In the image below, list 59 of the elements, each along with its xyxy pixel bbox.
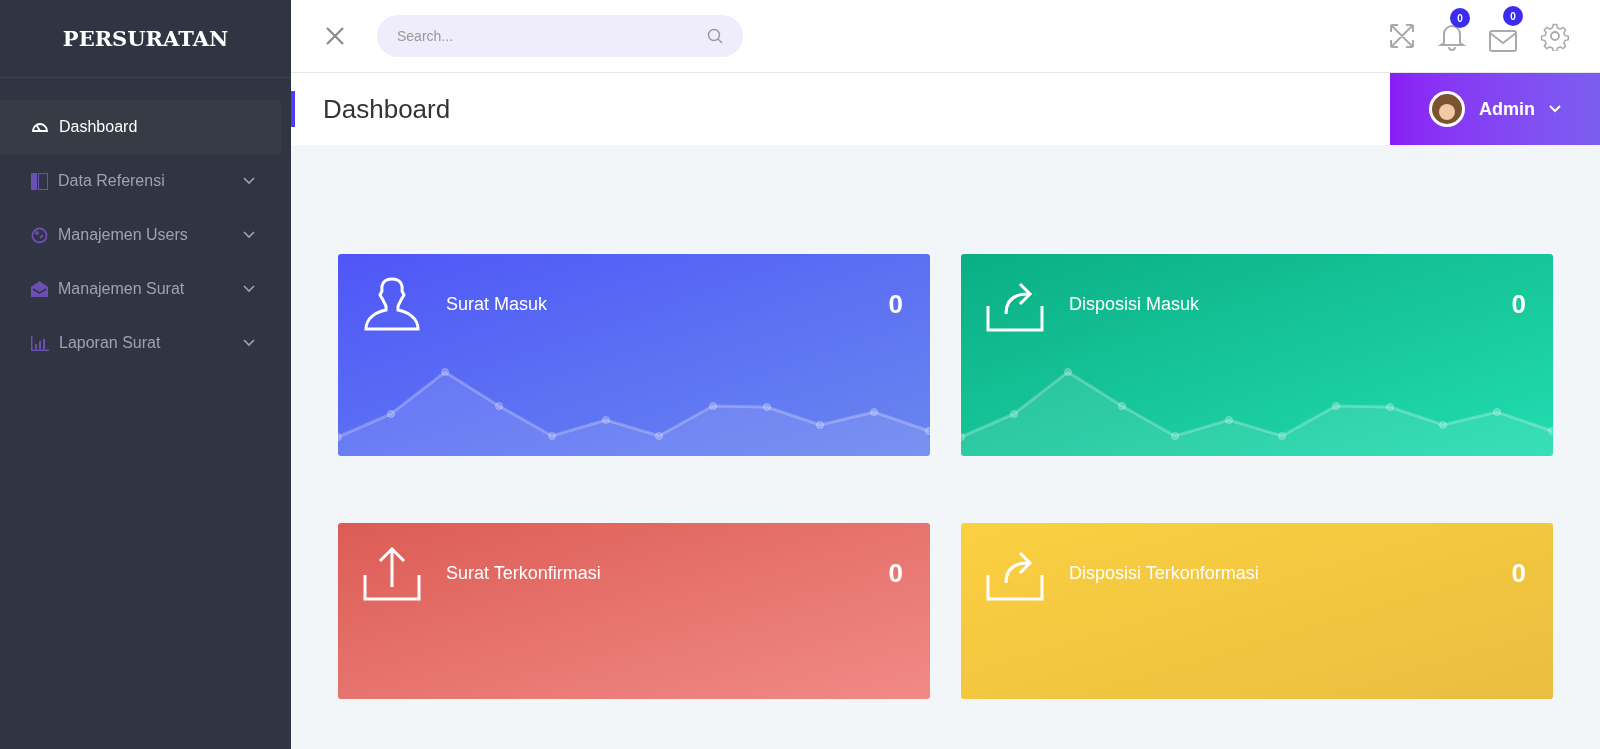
sidebar-item[interactable]: Laporan Surat bbox=[0, 316, 281, 370]
chevron-down-icon bbox=[243, 177, 255, 185]
user-icon bbox=[363, 276, 421, 332]
sparkline-point bbox=[1225, 416, 1233, 424]
sidebar-item[interactable]: Data Referensi bbox=[0, 154, 281, 208]
card-label: Disposisi Terkonformasi bbox=[1069, 561, 1259, 585]
page-title: Dashboard bbox=[323, 92, 451, 126]
chevron-down-icon bbox=[243, 231, 255, 239]
sidebar-item[interactable]: Manajemen Users bbox=[0, 208, 281, 262]
card-count: 0 bbox=[1511, 287, 1526, 321]
notification-count-badge: 0 bbox=[1450, 8, 1470, 28]
sparkline-point bbox=[387, 410, 395, 418]
card-label: Surat Masuk bbox=[446, 292, 548, 316]
sparkline-point bbox=[1278, 432, 1286, 440]
settings-button[interactable] bbox=[1540, 21, 1570, 51]
sparkline-point bbox=[1439, 421, 1447, 429]
sparkline-point bbox=[816, 421, 824, 429]
sparkline-point bbox=[763, 403, 771, 411]
envelope-icon bbox=[31, 281, 48, 297]
search-field[interactable]: Search... bbox=[377, 15, 743, 57]
chevron-down-icon bbox=[243, 339, 255, 347]
brand-logo-text: PERSURATAN bbox=[62, 24, 229, 53]
sparkline-point bbox=[870, 408, 878, 416]
fullscreen-button[interactable] bbox=[1388, 22, 1416, 50]
sparkline-point bbox=[441, 368, 449, 376]
user-menu-button[interactable]: Admin bbox=[1390, 73, 1600, 145]
sparkline-point bbox=[709, 402, 717, 410]
upload-icon bbox=[363, 545, 421, 601]
sparkline-point bbox=[602, 416, 610, 424]
sparkline-point bbox=[1010, 410, 1018, 418]
card-count: 0 bbox=[888, 287, 903, 321]
sparkline-point bbox=[1493, 408, 1501, 416]
chevron-down-icon bbox=[1549, 105, 1561, 113]
sparkline-point bbox=[338, 433, 342, 441]
sparkline-point bbox=[961, 433, 965, 441]
card-label: Disposisi Masuk bbox=[1069, 292, 1200, 316]
sidebar-item[interactable]: Dashboard bbox=[0, 100, 281, 154]
message-count-badge: 0 bbox=[1503, 6, 1523, 26]
sparkline-point bbox=[655, 432, 663, 440]
sparkline-point bbox=[1064, 368, 1072, 376]
card-count: 0 bbox=[888, 556, 903, 590]
sparkline-point bbox=[495, 402, 503, 410]
sparkline-point bbox=[1171, 432, 1179, 440]
sparkline-point bbox=[1386, 403, 1394, 411]
sidebar-item[interactable]: Manajemen Surat bbox=[0, 262, 281, 316]
sparkline-point bbox=[1332, 402, 1340, 410]
card-label: Surat Terkonfirmasi bbox=[446, 561, 601, 585]
gauge-icon bbox=[31, 120, 49, 134]
search-icon bbox=[707, 28, 723, 44]
sparkline-point bbox=[548, 432, 556, 440]
palette-icon bbox=[31, 226, 48, 244]
card-count: 0 bbox=[1511, 556, 1526, 590]
sparkline-point bbox=[1118, 402, 1126, 410]
bar-chart-icon bbox=[31, 335, 49, 351]
sparkline-point bbox=[1548, 427, 1553, 435]
chevron-down-icon bbox=[243, 285, 255, 293]
columns-icon bbox=[31, 172, 48, 190]
sparkline-point bbox=[925, 427, 930, 435]
avatar-icon bbox=[1429, 91, 1465, 127]
